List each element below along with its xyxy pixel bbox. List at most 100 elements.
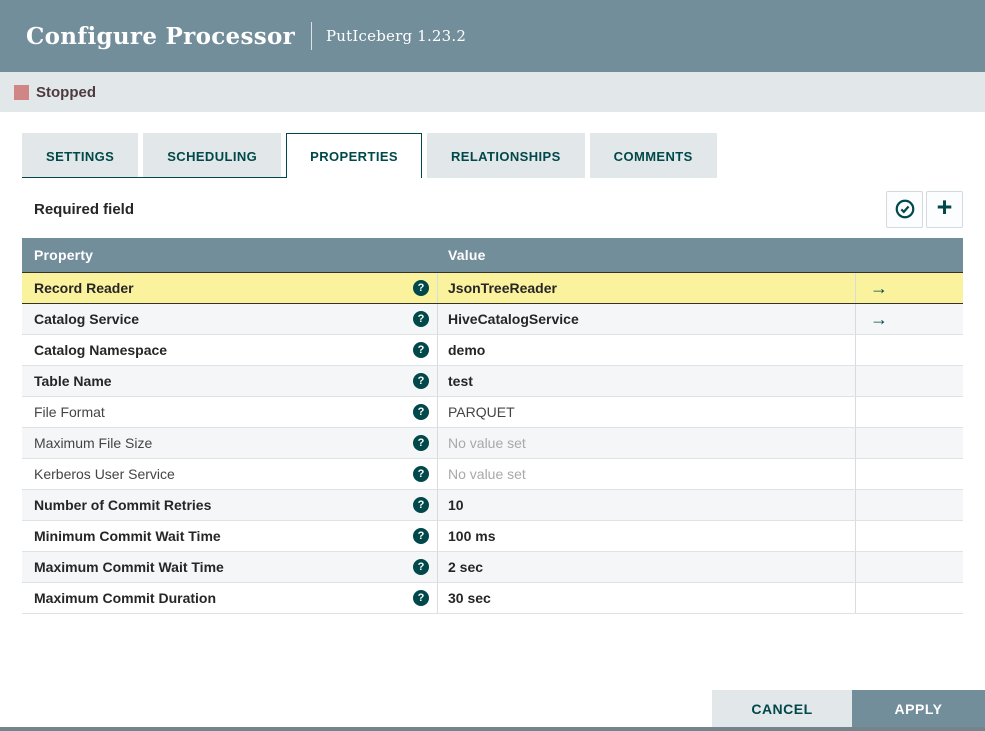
status-label: Stopped bbox=[36, 83, 96, 101]
value-cell[interactable]: 10 bbox=[438, 490, 856, 520]
help-question-icon[interactable]: ? bbox=[413, 342, 429, 358]
value-cell[interactable]: test bbox=[438, 366, 856, 396]
tab-underline bbox=[22, 177, 286, 178]
property-cell: File Format ? bbox=[22, 397, 438, 427]
property-value: test bbox=[448, 373, 473, 389]
help-question-icon[interactable]: ? bbox=[413, 311, 429, 327]
dialog-title: Configure Processor bbox=[26, 22, 296, 50]
property-value: 10 bbox=[448, 497, 464, 513]
value-cell[interactable]: JsonTreeReader bbox=[438, 273, 856, 303]
go-to-service-arrow-icon[interactable]: → bbox=[870, 279, 888, 297]
stopped-state-icon bbox=[14, 84, 29, 100]
property-value: 30 sec bbox=[448, 590, 491, 606]
column-header-property: Property bbox=[34, 247, 94, 263]
property-value: No value set bbox=[448, 466, 526, 482]
processor-type-version: PutIceberg 1.23.2 bbox=[326, 27, 467, 45]
cancel-button[interactable]: CANCEL bbox=[712, 690, 852, 727]
actions-cell bbox=[856, 366, 963, 396]
actions-cell bbox=[856, 397, 963, 427]
property-cell: Catalog Namespace ? bbox=[22, 335, 438, 365]
help-question-icon[interactable]: ? bbox=[413, 404, 429, 420]
property-cell: Table Name ? bbox=[22, 366, 438, 396]
value-cell[interactable]: demo bbox=[438, 335, 856, 365]
property-name: Record Reader bbox=[34, 280, 134, 296]
help-question-icon[interactable]: ? bbox=[413, 528, 429, 544]
property-row[interactable]: Maximum File Size ? No value set bbox=[22, 428, 963, 459]
property-value: No value set bbox=[448, 435, 526, 451]
property-name: Maximum File Size bbox=[34, 435, 153, 451]
apply-button[interactable]: APPLY bbox=[852, 690, 985, 727]
actions-cell: → bbox=[856, 273, 963, 303]
help-question-icon[interactable]: ? bbox=[413, 280, 429, 296]
value-cell[interactable]: No value set bbox=[438, 428, 856, 458]
actions-cell bbox=[856, 521, 963, 551]
actions-cell bbox=[856, 583, 963, 613]
property-cell: Maximum File Size ? bbox=[22, 428, 438, 458]
property-value: demo bbox=[448, 342, 486, 358]
property-name: Catalog Namespace bbox=[34, 342, 168, 358]
column-header-value: Value bbox=[448, 247, 486, 263]
properties-table: Property Value Record Reader ? JsonTreeR… bbox=[22, 238, 963, 614]
tab-scheduling[interactable]: SCHEDULING bbox=[143, 133, 282, 178]
tab-settings[interactable]: SETTINGS bbox=[22, 133, 139, 178]
property-row[interactable]: Kerberos User Service ? No value set bbox=[22, 459, 963, 490]
property-row[interactable]: Record Reader ? JsonTreeReader → bbox=[22, 272, 963, 304]
go-to-service-arrow-icon[interactable]: → bbox=[870, 310, 888, 328]
value-cell[interactable]: HiveCatalogService bbox=[438, 304, 856, 334]
check-circle-icon bbox=[894, 198, 916, 220]
properties-toolbar: Required field + bbox=[22, 190, 963, 228]
tab-bar: SETTINGS SCHEDULING PROPERTIES RELATIONSHIP… bbox=[22, 133, 963, 178]
dialog-footer: CANCEL APPLY bbox=[0, 690, 985, 727]
actions-cell bbox=[856, 335, 963, 365]
property-name: Maximum Commit Duration bbox=[34, 590, 217, 606]
tab-relationships[interactable]: RELATIONSHIPS bbox=[426, 133, 585, 178]
value-cell[interactable]: 100 ms bbox=[438, 521, 856, 551]
title-divider bbox=[311, 22, 313, 50]
status-bar: Stopped bbox=[0, 72, 985, 112]
property-value: JsonTreeReader bbox=[448, 280, 557, 296]
property-name: Table Name bbox=[34, 373, 112, 389]
table-body: Record Reader ? JsonTreeReader → Catalog… bbox=[22, 272, 963, 614]
tab-comments[interactable]: COMMENTS bbox=[589, 133, 717, 178]
toolbar-buttons: + bbox=[886, 190, 963, 228]
property-cell: Record Reader ? bbox=[22, 273, 438, 303]
plus-icon: + bbox=[936, 192, 953, 222]
tab-properties[interactable]: PROPERTIES bbox=[286, 133, 422, 178]
table-header-row: Property Value bbox=[22, 238, 963, 272]
property-row[interactable]: Catalog Namespace ? demo bbox=[22, 335, 963, 366]
property-row[interactable]: Minimum Commit Wait Time ? 100 ms bbox=[22, 521, 963, 552]
help-question-icon[interactable]: ? bbox=[413, 559, 429, 575]
actions-cell bbox=[856, 490, 963, 520]
property-row[interactable]: Number of Commit Retries ? 10 bbox=[22, 490, 963, 521]
dialog-bottom-edge bbox=[0, 727, 985, 731]
property-row[interactable]: File Format ? PARQUET bbox=[22, 397, 963, 428]
property-cell: Maximum Commit Duration ? bbox=[22, 583, 438, 613]
property-value: 100 ms bbox=[448, 528, 496, 544]
actions-cell bbox=[856, 552, 963, 582]
property-cell: Maximum Commit Wait Time ? bbox=[22, 552, 438, 582]
property-name: Maximum Commit Wait Time bbox=[34, 559, 224, 575]
help-question-icon[interactable]: ? bbox=[413, 373, 429, 389]
property-name: Minimum Commit Wait Time bbox=[34, 528, 221, 544]
property-name: Kerberos User Service bbox=[34, 466, 175, 482]
property-row[interactable]: Table Name ? test bbox=[22, 366, 963, 397]
value-cell[interactable]: 2 sec bbox=[438, 552, 856, 582]
help-question-icon[interactable]: ? bbox=[413, 590, 429, 606]
property-cell: Minimum Commit Wait Time ? bbox=[22, 521, 438, 551]
property-row[interactable]: Maximum Commit Duration ? 30 sec bbox=[22, 583, 963, 614]
property-row[interactable]: Maximum Commit Wait Time ? 2 sec bbox=[22, 552, 963, 583]
value-cell[interactable]: PARQUET bbox=[438, 397, 856, 427]
property-name: Number of Commit Retries bbox=[34, 497, 212, 513]
property-name: File Format bbox=[34, 404, 105, 420]
actions-cell: → bbox=[856, 304, 963, 334]
value-cell[interactable]: 30 sec bbox=[438, 583, 856, 613]
value-cell[interactable]: No value set bbox=[438, 459, 856, 489]
actions-cell bbox=[856, 428, 963, 458]
add-property-button[interactable]: + bbox=[926, 190, 963, 228]
help-question-icon[interactable]: ? bbox=[413, 466, 429, 482]
verify-properties-button[interactable] bbox=[886, 190, 923, 228]
property-row[interactable]: Catalog Service ? HiveCatalogService → bbox=[22, 304, 963, 335]
help-question-icon[interactable]: ? bbox=[413, 497, 429, 513]
required-field-label: Required field bbox=[34, 200, 135, 218]
help-question-icon[interactable]: ? bbox=[413, 435, 429, 451]
